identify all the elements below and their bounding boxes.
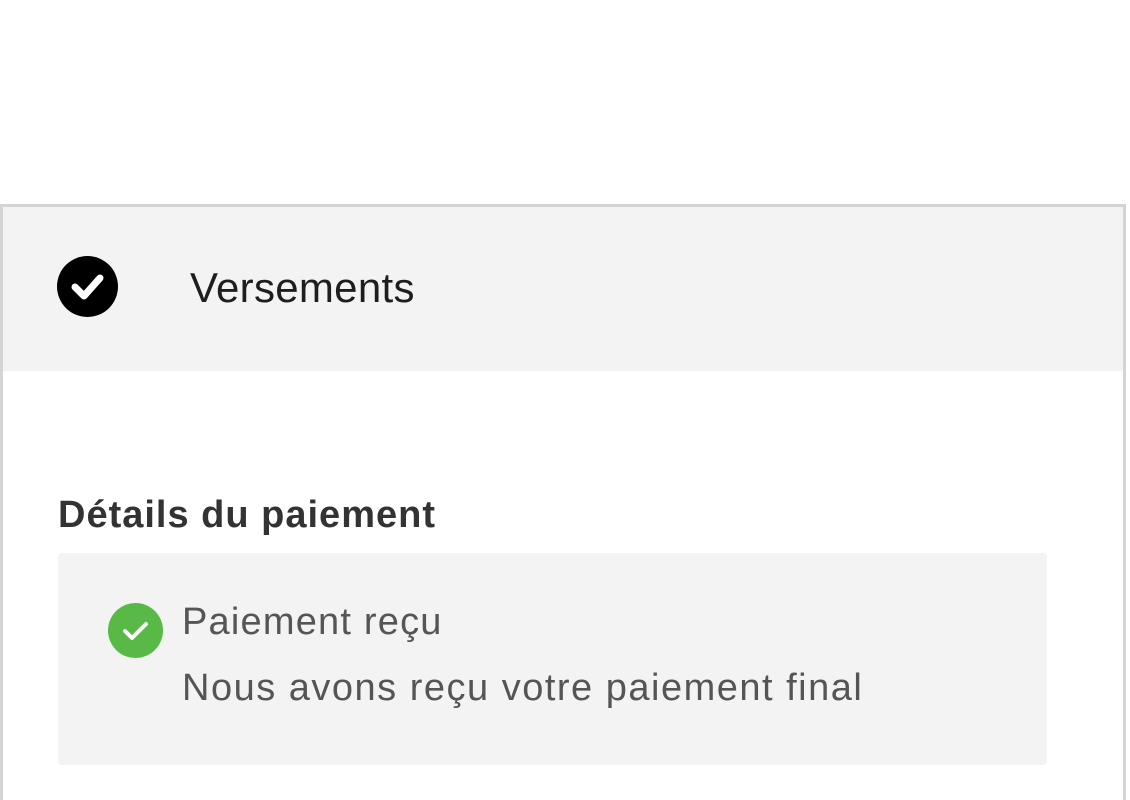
card-title: Versements	[190, 264, 415, 311]
payment-status-description: Nous avons reçu votre paiement final	[182, 667, 864, 709]
page: Versements Détails du paiement Paiement …	[0, 0, 1130, 800]
check-circle-icon	[108, 603, 163, 658]
payment-status-title: Paiement reçu	[182, 601, 443, 643]
check-circle-icon	[57, 256, 118, 317]
payment-status-box: Paiement reçu Nous avons reçu votre paie…	[58, 553, 1047, 765]
payment-details-title: Détails du paiement	[58, 494, 436, 536]
card-header[interactable]: Versements	[3, 207, 1123, 371]
versements-card: Versements Détails du paiement Paiement …	[0, 204, 1126, 800]
